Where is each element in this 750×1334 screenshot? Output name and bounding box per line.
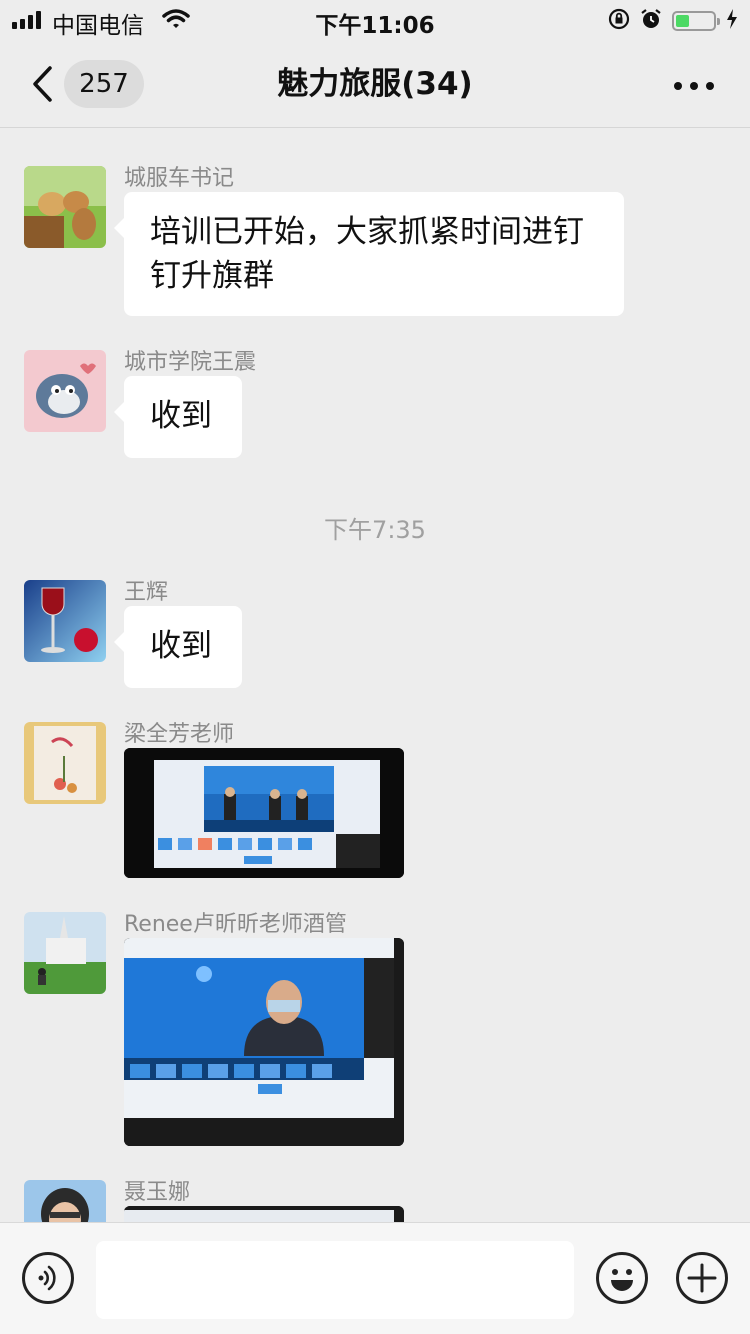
alarm-icon (640, 8, 662, 34)
avatar[interactable] (24, 350, 106, 432)
avatar[interactable] (24, 722, 106, 804)
chevron-left-icon (33, 66, 52, 102)
message-input[interactable] (96, 1241, 574, 1319)
message-bubble[interactable]: 收到 (114, 376, 242, 458)
avatar[interactable] (24, 580, 106, 662)
sender-name: 王辉 (124, 580, 169, 605)
message-bubble[interactable]: 培训已开始，大家抓紧时间进钉钉升旗群 (114, 192, 624, 316)
charging-icon (726, 8, 738, 34)
avatar[interactable] (24, 166, 106, 248)
wifi-icon (162, 8, 190, 34)
signal-icon (12, 11, 41, 29)
voice-button[interactable] (22, 1252, 74, 1304)
sender-name: 城服车书记 (124, 166, 235, 191)
avatar[interactable] (24, 912, 106, 994)
plus-icon (687, 1263, 717, 1293)
more-dots-icon[interactable] (674, 82, 714, 90)
sender-name: 聂玉娜 (124, 1180, 191, 1205)
emoji-button[interactable] (596, 1252, 648, 1304)
voice-icon (38, 1265, 56, 1291)
unread-count-badge[interactable]: 257 (64, 60, 144, 108)
message-timestamp: 下午7:35 (324, 516, 426, 544)
battery-icon (672, 11, 720, 31)
orientation-lock-icon (608, 8, 630, 34)
emoji-icon (611, 1269, 633, 1291)
carrier-name: 中国电信 (52, 13, 144, 39)
input-bar (0, 1222, 750, 1334)
sender-name: 梁全芳老师 (124, 722, 235, 747)
add-button[interactable] (676, 1252, 728, 1304)
sender-name: Renee卢昕昕老师酒管 (124, 912, 347, 937)
message-image[interactable] (124, 748, 404, 878)
message-bubble[interactable]: 收到 (114, 606, 242, 688)
nav-bar: 257 魅力旅服(34) (0, 40, 750, 128)
sender-name: 城市学院王震 (124, 350, 257, 375)
status-bar: 中国电信 下午11:06 (0, 0, 750, 40)
back-button[interactable] (30, 64, 60, 104)
message-image[interactable] (124, 938, 404, 1146)
